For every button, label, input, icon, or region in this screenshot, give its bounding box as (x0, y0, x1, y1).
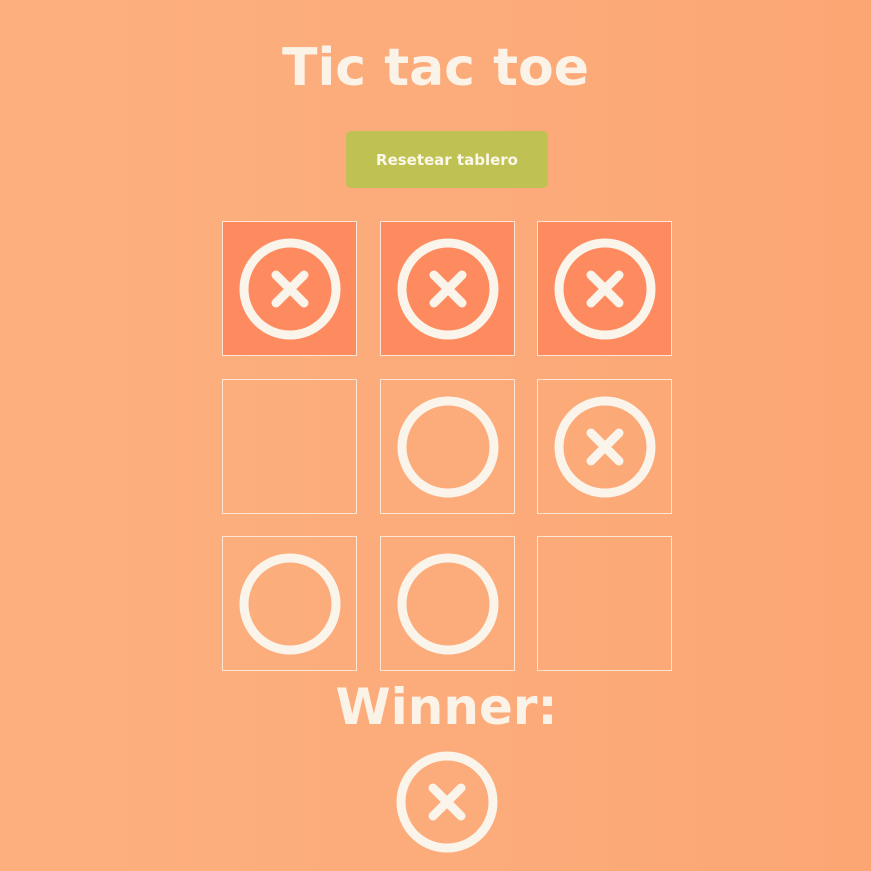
circle-o-icon (397, 396, 498, 497)
reset-board-button[interactable]: Resetear tablero (346, 131, 548, 188)
circle-o-icon (397, 553, 498, 654)
circled-x-icon (554, 238, 655, 339)
winner-mark (395, 750, 499, 854)
circled-x-icon (239, 238, 340, 339)
circled-x-icon (396, 751, 498, 853)
page-title: Tic tac toe (282, 38, 589, 98)
board-cell-6[interactable] (537, 379, 672, 514)
board-cell-5[interactable] (380, 379, 515, 514)
circle-o-icon (239, 553, 340, 654)
winner-label: Winner: (335, 678, 558, 736)
board-cell-4[interactable] (222, 379, 357, 514)
board-cell-7[interactable] (222, 536, 357, 671)
board-cell-1[interactable] (222, 221, 357, 356)
board-cell-2[interactable] (380, 221, 515, 356)
circled-x-icon (397, 238, 498, 339)
board-cell-8[interactable] (380, 536, 515, 671)
board-cell-9[interactable] (537, 536, 672, 671)
circled-x-icon (554, 396, 655, 497)
board-cell-3[interactable] (537, 221, 672, 356)
